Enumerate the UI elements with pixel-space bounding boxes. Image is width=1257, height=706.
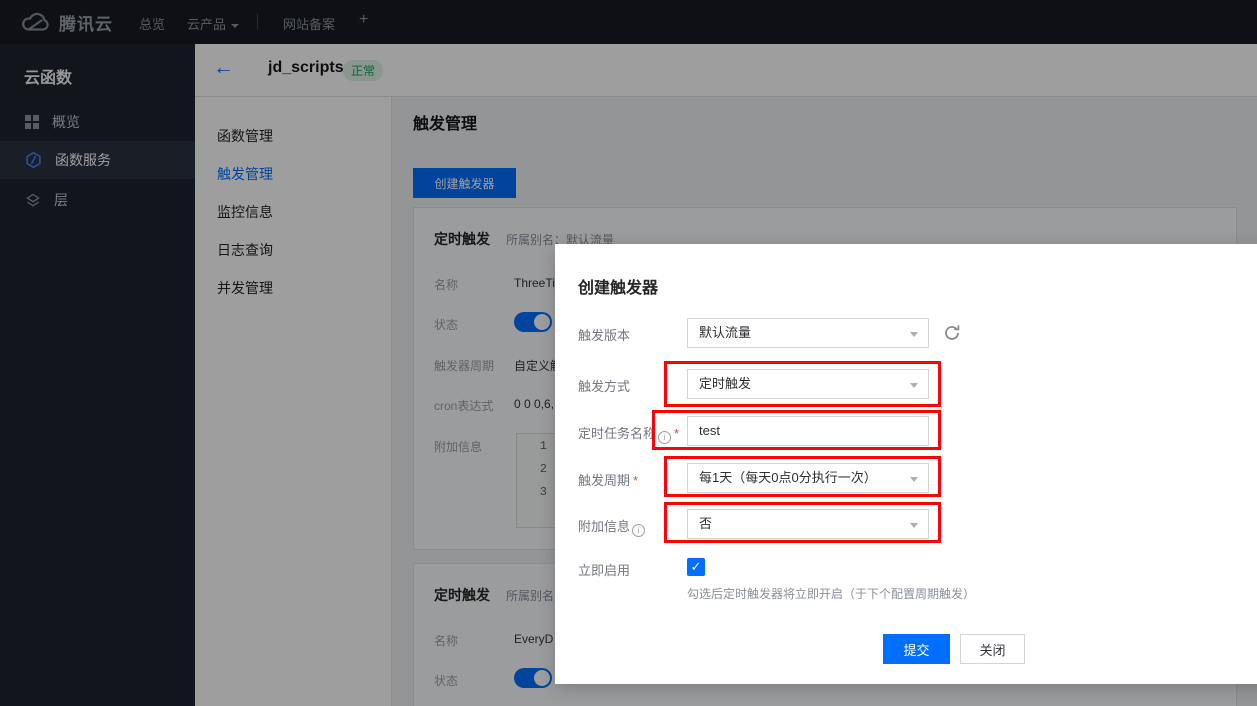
submit-button[interactable]: 提交 <box>883 634 950 664</box>
close-button[interactable]: 关闭 <box>960 634 1025 664</box>
refresh-button[interactable] <box>941 322 963 344</box>
trigger-period-label: 触发周期* <box>578 470 638 489</box>
enable-now-checkbox[interactable]: ✓ <box>687 558 705 576</box>
extra-info-label: 附加信息i <box>578 516 645 537</box>
timer-task-name-input[interactable]: test <box>687 416 929 446</box>
extra-info-value: 否 <box>699 516 712 531</box>
timer-task-name-value: test <box>699 423 720 438</box>
modal-title: 创建触发器 <box>578 274 658 298</box>
select-caret-icon <box>910 332 918 337</box>
trigger-version-select[interactable]: 默认流量 <box>687 318 929 348</box>
info-icon: i <box>658 431 671 444</box>
enable-now-helper-text: 勾选后定时触发器将立即开启（于下个配置周期触发） <box>687 585 975 602</box>
checkmark-icon: ✓ <box>691 559 702 574</box>
select-caret-icon <box>910 383 918 388</box>
trigger-period-value: 每1天（每天0点0分执行一次） <box>699 470 877 485</box>
select-caret-icon <box>910 477 918 482</box>
trigger-period-select[interactable]: 每1天（每天0点0分执行一次） <box>687 463 929 493</box>
trigger-method-value: 定时触发 <box>699 376 751 391</box>
required-asterisk: * <box>633 473 638 488</box>
refresh-icon <box>941 322 963 344</box>
enable-now-label: 立即启用 <box>578 560 630 579</box>
trigger-version-value: 默认流量 <box>699 325 751 340</box>
trigger-method-label: 触发方式 <box>578 376 630 395</box>
info-icon: i <box>632 524 645 537</box>
create-trigger-modal: 创建触发器 触发版本 默认流量 触发方式 定时触发 定时任务名称i* test <box>555 244 1257 684</box>
select-caret-icon <box>910 523 918 528</box>
trigger-method-select[interactable]: 定时触发 <box>687 369 929 399</box>
extra-info-select[interactable]: 否 <box>687 509 929 539</box>
app-window: 腾讯云 总览 云产品 网站备案 + 云函数 概览 函数服务 层 <box>0 0 1257 706</box>
timer-task-name-label: 定时任务名称i* <box>578 423 679 444</box>
required-asterisk: * <box>674 426 679 441</box>
trigger-version-label: 触发版本 <box>578 325 630 344</box>
